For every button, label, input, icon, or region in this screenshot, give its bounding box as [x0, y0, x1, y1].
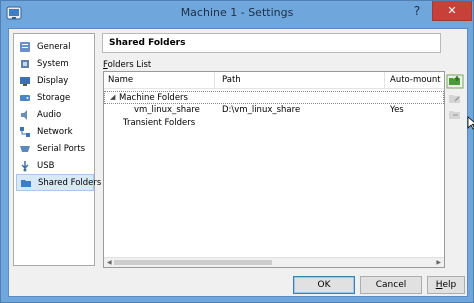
sidebar-item-storage[interactable]: Storage — [16, 89, 94, 106]
sidebar-item-label: Audio — [37, 109, 62, 120]
header-divider — [104, 88, 444, 89]
serial-ports-icon — [20, 145, 30, 152]
sidebar-item-label: Display — [37, 75, 69, 86]
folder-name: Transient Folders — [123, 118, 196, 128]
general-icon — [20, 41, 30, 52]
sidebar-item-label: Serial Ports — [37, 143, 86, 154]
tree-row-vm-linux-share[interactable]: vm_linux_share D:\vm_linux_share Yes — [104, 104, 444, 117]
folder-name: vm_linux_share — [134, 105, 200, 115]
sidebar-item-label: Shared Folders — [38, 177, 102, 188]
help-button[interactable]: Help — [427, 276, 465, 294]
horizontal-scrollbar[interactable]: ◀ ▶ — [104, 257, 444, 267]
column-header-name[interactable]: Name — [108, 72, 133, 88]
sidebar-item-display[interactable]: Display — [16, 72, 94, 89]
title-bar[interactable]: Machine 1 - Settings ? ✕ — [1, 1, 473, 28]
tree-row-machine-folders[interactable]: ◢ Machine Folders — [104, 91, 444, 104]
storage-icon — [20, 94, 30, 101]
page-title-box: Shared Folders — [102, 33, 441, 53]
settings-sidebar: General System Display Storage Audio Net… — [13, 33, 101, 266]
cancel-button[interactable]: Cancel — [360, 276, 422, 294]
help-caption-button[interactable]: ? — [403, 1, 431, 21]
scroll-right-icon[interactable]: ▶ — [436, 259, 441, 266]
sidebar-item-usb[interactable]: USB — [16, 157, 94, 174]
remove-folder-icon[interactable] — [446, 107, 464, 122]
sidebar-item-label: USB — [37, 160, 55, 171]
ok-button[interactable]: OK — [293, 276, 355, 294]
column-divider — [214, 72, 215, 88]
settings-window: Machine 1 - Settings ? ✕ General System … — [0, 0, 474, 303]
folders-tree[interactable]: Name Path Auto-mount ◢ Machine Folders v… — [103, 71, 445, 268]
page-title: Shared Folders — [109, 38, 186, 48]
dialog-client-area: General System Display Storage Audio Net… — [8, 28, 474, 297]
column-header-path[interactable]: Path — [222, 72, 241, 88]
close-icon: ✕ — [447, 4, 457, 17]
folder-name: Machine Folders — [119, 93, 188, 103]
edit-folder-icon[interactable] — [446, 91, 464, 106]
shared-folders-icon — [21, 179, 31, 187]
sidebar-item-audio[interactable]: Audio — [16, 106, 94, 123]
add-folder-icon[interactable] — [446, 74, 464, 89]
help-mnemonic: H — [435, 280, 443, 290]
sidebar-item-label: General — [37, 41, 71, 52]
column-header-auto-mount[interactable]: Auto-mount — [390, 72, 441, 88]
sidebar-item-network[interactable]: Network — [16, 123, 94, 140]
mouse-cursor-icon — [467, 116, 474, 130]
folders-list-label: Folders List — [103, 60, 151, 70]
sidebar-item-label: Network — [37, 126, 73, 137]
folder-path: D:\vm_linux_share — [222, 105, 301, 115]
display-icon — [20, 76, 30, 86]
help-button-label: elp — [442, 280, 457, 290]
question-icon: ? — [413, 4, 421, 18]
sidebar-item-general[interactable]: General — [16, 38, 94, 55]
sidebar-item-label: System — [37, 58, 69, 69]
column-divider — [384, 72, 385, 88]
sidebar-item-system[interactable]: System — [16, 55, 94, 72]
sidebar-item-shared-folders[interactable]: Shared Folders — [16, 174, 101, 191]
system-icon — [21, 59, 29, 68]
sidebar-item-label: Storage — [37, 92, 71, 103]
scrollbar-thumb[interactable] — [114, 260, 272, 265]
audio-icon — [21, 109, 27, 120]
usb-icon — [21, 160, 29, 171]
network-icon — [20, 126, 30, 137]
close-button[interactable]: ✕ — [432, 1, 472, 21]
folder-auto-mount: Yes — [390, 105, 404, 115]
scroll-left-icon[interactable]: ◀ — [107, 259, 112, 266]
sidebar-item-serial-ports[interactable]: Serial Ports — [16, 140, 94, 157]
folders-list-label-text: olders List — [107, 60, 152, 70]
expand-arrow-icon[interactable]: ◢ — [110, 93, 115, 101]
tree-row-transient-folders[interactable]: Transient Folders — [104, 117, 444, 130]
